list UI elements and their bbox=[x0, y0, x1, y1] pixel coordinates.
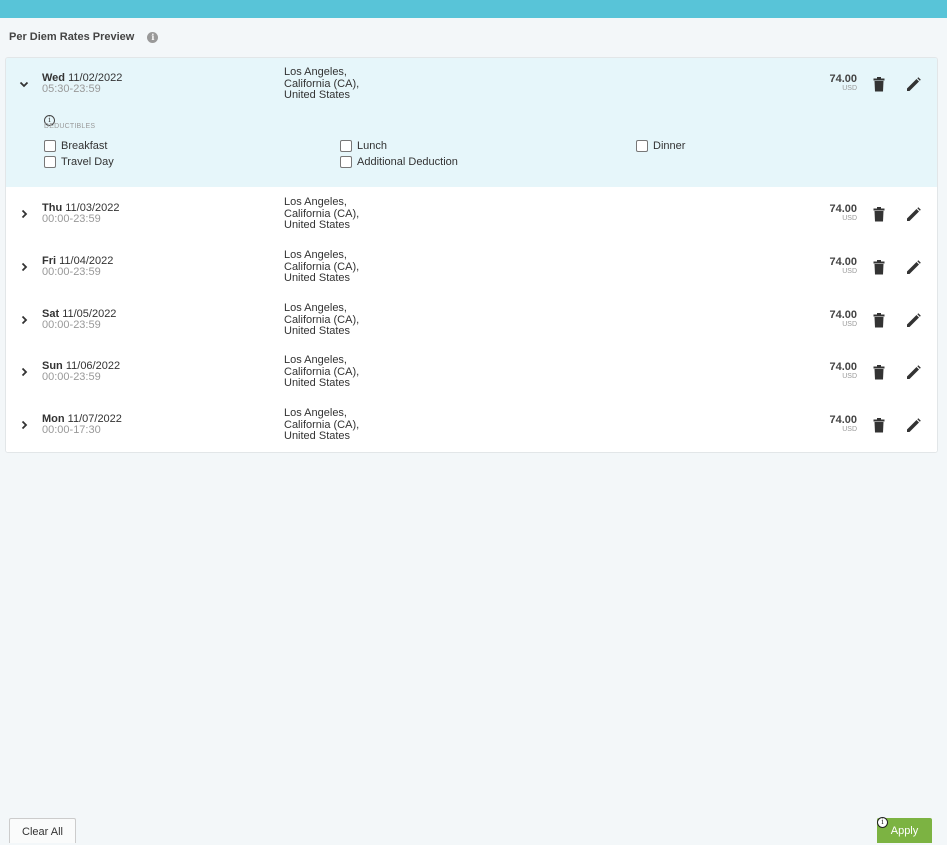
amount: 74.00 USD bbox=[829, 256, 857, 276]
per-diem-row[interactable]: Thu 11/03/2022 00:00-23:59 Los Angeles, … bbox=[6, 187, 937, 241]
time-range: 00:00-23:59 bbox=[42, 213, 101, 225]
pencil-icon[interactable] bbox=[906, 313, 921, 328]
location: Los Angeles, California (CA), United Sta… bbox=[284, 66, 359, 102]
location: Los Angeles, California (CA), United Sta… bbox=[284, 196, 359, 232]
location-country: United States bbox=[284, 325, 351, 337]
date-block: Sun 11/06/2022 00:00-23:59 bbox=[42, 361, 120, 383]
time-range: 00:00-17:30 bbox=[42, 424, 101, 436]
checkbox-label: Breakfast bbox=[61, 140, 108, 152]
chevron-right-icon[interactable] bbox=[18, 314, 30, 326]
per-diem-row-expanded[interactable]: Wed 11/02/2022 05:30-23:59 Los Angeles, … bbox=[6, 58, 937, 187]
pencil-icon[interactable] bbox=[906, 418, 921, 433]
checkbox-box[interactable] bbox=[340, 156, 352, 168]
checkbox-label: Additional Deduction bbox=[357, 156, 458, 168]
trash-icon[interactable] bbox=[873, 365, 885, 380]
time-range: 05:30-23:59 bbox=[42, 83, 101, 95]
location: Los Angeles, California (CA), United Sta… bbox=[284, 249, 359, 285]
location-city: Los Angeles, bbox=[284, 249, 347, 261]
location-city: Los Angeles, bbox=[284, 407, 347, 419]
date-block: Thu 11/03/2022 00:00-23:59 bbox=[42, 203, 119, 225]
per-diem-list: Wed 11/02/2022 05:30-23:59 Los Angeles, … bbox=[5, 57, 938, 453]
checkbox-box[interactable] bbox=[340, 140, 352, 152]
location-country: United States bbox=[284, 89, 351, 101]
amount: 74.00 USD bbox=[829, 203, 857, 223]
checkbox-dinner[interactable]: Dinner bbox=[636, 140, 685, 152]
checkbox-travel-day[interactable]: Travel Day bbox=[44, 156, 114, 168]
amount-value: 74.00 bbox=[829, 309, 857, 321]
time-range: 00:00-23:59 bbox=[42, 371, 101, 383]
chevron-right-icon[interactable] bbox=[18, 419, 30, 431]
pencil-icon[interactable] bbox=[906, 260, 921, 275]
location-city: Los Angeles, bbox=[284, 66, 347, 78]
checkbox-box[interactable] bbox=[44, 156, 56, 168]
location-city: Los Angeles, bbox=[284, 354, 347, 366]
location-country: United States bbox=[284, 377, 351, 389]
amount-currency: USD bbox=[842, 321, 857, 328]
location: Los Angeles, California (CA), United Sta… bbox=[284, 407, 359, 443]
per-diem-row[interactable]: Sun 11/06/2022 00:00-23:59 Los Angeles, … bbox=[6, 345, 937, 399]
location-city: Los Angeles, bbox=[284, 302, 347, 314]
amount: 74.00 USD bbox=[829, 361, 857, 381]
info-icon[interactable]: i bbox=[147, 31, 159, 43]
per-diem-row[interactable]: Sat 11/05/2022 00:00-23:59 Los Angeles, … bbox=[6, 293, 937, 346]
checkbox-label: Travel Day bbox=[61, 156, 114, 168]
time-range: 00:00-23:59 bbox=[42, 266, 101, 278]
trash-icon[interactable] bbox=[873, 207, 885, 222]
amount: 74.00 USD bbox=[829, 414, 857, 434]
location: Los Angeles, California (CA), United Sta… bbox=[284, 302, 359, 338]
amount-value: 74.00 bbox=[829, 256, 857, 268]
trash-icon[interactable] bbox=[873, 418, 885, 433]
chevron-right-icon[interactable] bbox=[18, 208, 30, 220]
checkbox-label: Lunch bbox=[357, 140, 387, 152]
date-block: Sat 11/05/2022 00:00-23:59 bbox=[42, 309, 116, 331]
location-country: United States bbox=[284, 430, 351, 442]
location-city: Los Angeles, bbox=[284, 196, 347, 208]
amount-value: 74.00 bbox=[829, 361, 857, 373]
pencil-icon[interactable] bbox=[906, 207, 921, 222]
page-header: Per Diem Rates Preview i bbox=[9, 30, 159, 44]
page-title: Per Diem Rates Preview bbox=[9, 31, 135, 43]
per-diem-row[interactable]: Mon 11/07/2022 00:00-17:30 Los Angeles, … bbox=[6, 398, 937, 452]
amount-currency: USD bbox=[842, 85, 857, 92]
amount-value: 74.00 bbox=[829, 414, 857, 426]
deductibles-label: DEDUCTIBLES bbox=[44, 123, 96, 130]
chevron-right-icon[interactable] bbox=[18, 261, 30, 273]
trash-icon[interactable] bbox=[873, 260, 885, 275]
amount-value: 74.00 bbox=[829, 203, 857, 215]
amount: 74.00 USD bbox=[829, 73, 857, 93]
date-block: Fri 11/04/2022 00:00-23:59 bbox=[42, 256, 113, 278]
amount-currency: USD bbox=[842, 426, 857, 433]
amount-value: 74.00 bbox=[829, 73, 857, 85]
checkbox-additional-deduction[interactable]: Additional Deduction bbox=[340, 156, 458, 168]
pencil-icon[interactable] bbox=[906, 365, 921, 380]
trash-icon[interactable] bbox=[873, 77, 885, 92]
chevron-down-icon[interactable] bbox=[18, 78, 30, 90]
info-icon[interactable]: i bbox=[877, 817, 888, 828]
trash-icon[interactable] bbox=[873, 313, 885, 328]
amount-currency: USD bbox=[842, 373, 857, 380]
checkbox-label: Dinner bbox=[653, 140, 686, 152]
date-block: Mon 11/07/2022 00:00-17:30 bbox=[42, 414, 122, 436]
chevron-right-icon[interactable] bbox=[18, 366, 30, 378]
location-country: United States bbox=[284, 219, 351, 231]
pencil-icon[interactable] bbox=[906, 77, 921, 92]
clear-all-button[interactable]: Clear All bbox=[9, 818, 76, 843]
date-block: Wed 11/02/2022 05:30-23:59 bbox=[42, 73, 122, 95]
time-range: 00:00-23:59 bbox=[42, 319, 101, 331]
top-bar bbox=[0, 0, 947, 18]
amount-currency: USD bbox=[842, 268, 857, 275]
per-diem-row[interactable]: Fri 11/04/2022 00:00-23:59 Los Angeles, … bbox=[6, 240, 937, 294]
location: Los Angeles, California (CA), United Sta… bbox=[284, 354, 359, 390]
checkbox-box[interactable] bbox=[44, 140, 56, 152]
amount-currency: USD bbox=[842, 215, 857, 222]
checkbox-box[interactable] bbox=[636, 140, 648, 152]
checkbox-breakfast[interactable]: Breakfast bbox=[44, 140, 107, 152]
checkbox-lunch[interactable]: Lunch bbox=[340, 140, 387, 152]
location-country: United States bbox=[284, 272, 351, 284]
amount: 74.00 USD bbox=[829, 309, 857, 329]
